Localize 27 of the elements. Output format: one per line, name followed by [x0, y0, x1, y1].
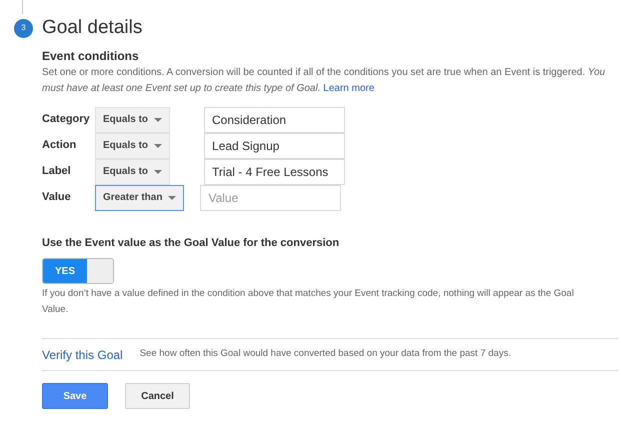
operator-dropdown[interactable]: Equals to	[95, 132, 170, 158]
toggle-switch[interactable]: YES	[42, 258, 114, 284]
description-text: Set one or more conditions. A conversion will be counted if all of the conditions you set are true when an Event is triggered. You must have at least one Event set up to create this type of Goal. Learn more	[42, 66, 606, 96]
subsection-heading: Event conditions	[42, 48, 140, 64]
operator-dropdown[interactable]: Greater than	[95, 184, 184, 210]
verify-goal-link[interactable]: Verify this Goal	[42, 346, 123, 364]
condition-value-field[interactable]: Lead Signup	[204, 132, 346, 158]
subsection-heading: Use the Event value as the Goal Value for the conversion	[42, 236, 340, 250]
condition-label: Category	[42, 112, 91, 128]
condition-value-field[interactable]: Trial - 4 Free Lessons	[204, 158, 346, 184]
operator-dropdown[interactable]: Equals to	[95, 158, 170, 184]
condition-label: Action	[42, 138, 78, 154]
operator-dropdown[interactable]: Equals to	[95, 106, 170, 132]
condition-value-field[interactable]: Consideration	[204, 106, 346, 132]
note-text: If you don’t have a value defined in the condition above that matches your Event tracking code, nothing will appear as the Goal Value.	[42, 287, 575, 317]
verify-description: See how often this Goal would have converted based on your data from the past 7 days.	[140, 347, 511, 362]
caret-icon	[168, 196, 176, 200]
learn-more-link[interactable]: Learn more	[323, 82, 374, 94]
caret-icon	[154, 144, 162, 148]
cancel-button[interactable]: Cancel	[125, 383, 190, 409]
caret-icon	[154, 118, 162, 122]
step-number-badge: 3	[14, 18, 33, 38]
condition-label: Label	[42, 164, 72, 180]
condition-value-field[interactable]: Value	[200, 184, 342, 210]
condition-label: Value	[42, 190, 72, 206]
caret-icon	[154, 170, 162, 174]
section-title: Goal details	[42, 16, 142, 40]
